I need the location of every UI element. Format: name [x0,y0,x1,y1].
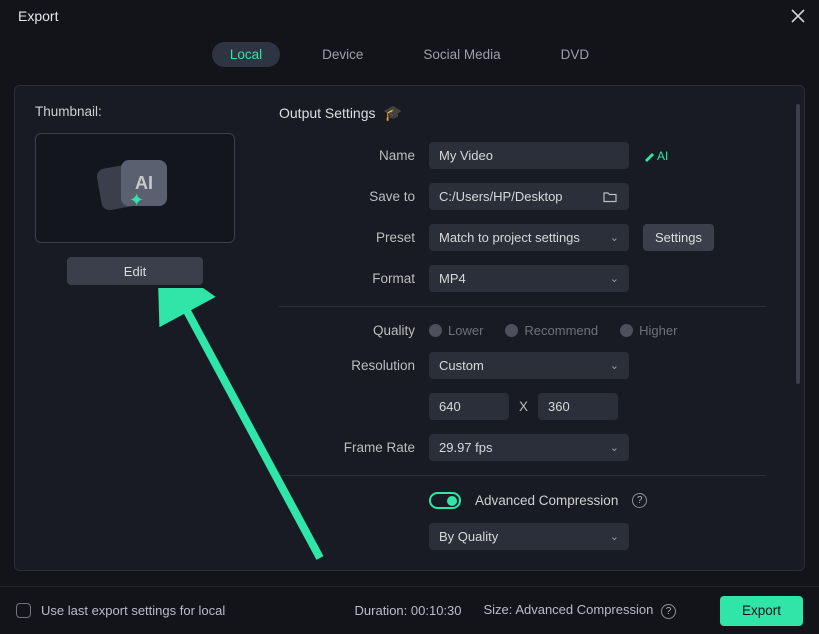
help-icon[interactable]: ? [661,604,676,619]
adv-compression-toggle[interactable] [429,492,461,509]
resolution-label: Resolution [279,358,429,373]
chevron-down-icon: ⌄ [610,359,619,372]
size-readout: Size: Advanced Compression ? [484,602,676,619]
divider [279,306,766,307]
export-button[interactable]: Export [720,596,803,626]
adv-compression-label: Advanced Compression [475,493,618,508]
width-input[interactable] [429,393,509,420]
tab-social-media[interactable]: Social Media [405,42,518,67]
scrollbar[interactable] [796,104,800,384]
preset-settings-button[interactable]: Settings [643,224,714,251]
format-select[interactable]: MP4 ⌄ [429,265,629,292]
preset-select[interactable]: Match to project settings ⌄ [429,224,629,251]
tutorial-icon[interactable]: 🎓 [384,104,403,122]
name-input[interactable] [429,142,629,169]
help-icon[interactable]: ? [632,493,647,508]
chevron-down-icon: ⌄ [610,441,619,454]
compression-mode-select[interactable]: By Quality ⌄ [429,523,629,550]
quality-recommend-radio[interactable]: Recommend [505,323,598,338]
height-input[interactable] [538,393,618,420]
use-last-settings-checkbox[interactable] [16,603,31,618]
thumbnail-preview: AI ✦ [35,133,235,243]
window-title: Export [18,8,58,24]
close-icon[interactable] [791,9,805,23]
saveto-input[interactable] [429,183,629,210]
use-last-settings-label: Use last export settings for local [41,603,225,618]
format-label: Format [279,271,429,286]
thumbnail-label: Thumbnail: [35,104,249,119]
framerate-select[interactable]: 29.97 fps ⌄ [429,434,629,461]
quality-label: Quality [279,323,429,338]
framerate-label: Frame Rate [279,440,429,455]
x-separator: X [519,399,528,414]
resolution-select[interactable]: Custom ⌄ [429,352,629,379]
tab-device[interactable]: Device [304,42,381,67]
tab-local[interactable]: Local [212,42,280,67]
chevron-down-icon: ⌄ [610,530,619,543]
divider [279,475,766,476]
quality-lower-radio[interactable]: Lower [429,323,483,338]
output-settings-header: Output Settings [279,105,376,121]
quality-higher-radio[interactable]: Higher [620,323,677,338]
edit-thumbnail-button[interactable]: Edit [67,257,203,285]
chevron-down-icon: ⌄ [610,272,619,285]
preset-label: Preset [279,230,429,245]
ai-name-button[interactable]: AI [643,149,668,163]
duration-readout: Duration: 00:10:30 [355,603,462,618]
name-label: Name [279,148,429,163]
tab-dvd[interactable]: DVD [543,42,608,67]
chevron-down-icon: ⌄ [610,231,619,244]
saveto-label: Save to [279,189,429,204]
export-tabs: Local Device Social Media DVD [0,30,819,85]
ai-thumbnail-icon: AI ✦ [99,160,171,216]
